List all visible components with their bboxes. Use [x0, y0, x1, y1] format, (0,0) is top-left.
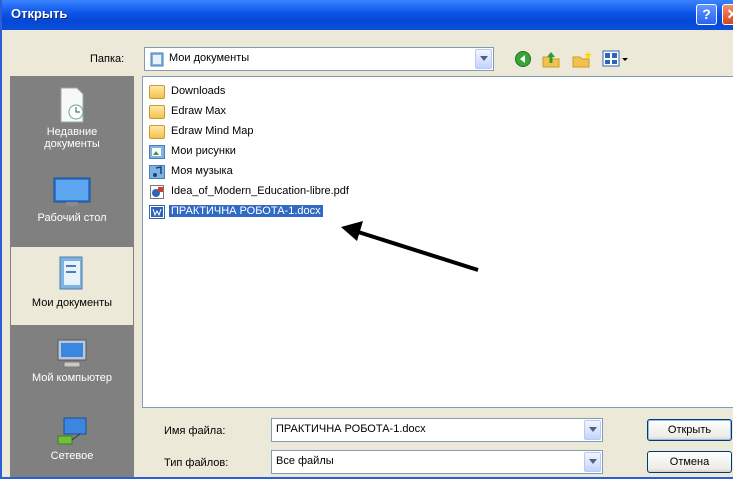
filename-value: ПРАКТИЧНА РОБОТА-1.docx: [276, 423, 426, 435]
recent-documents-icon: [60, 87, 84, 123]
filename-combobox[interactable]: ПРАКТИЧНА РОБОТА-1.docx: [271, 418, 603, 442]
word-document-icon: [149, 205, 165, 219]
place-network[interactable]: Сетевое: [10, 414, 134, 474]
place-label: Мои документы: [31, 297, 113, 309]
open-button[interactable]: Открыть: [647, 419, 732, 441]
close-button[interactable]: ✕: [722, 4, 733, 25]
annotation-arrow-icon: [341, 221, 479, 272]
file-list[interactable]: Downloads Edraw Max Edraw Mind Map Мои р…: [142, 76, 733, 408]
folder-icon: [149, 85, 165, 99]
music-folder-icon: [149, 165, 165, 179]
my-documents-icon: [150, 52, 164, 67]
close-icon: ✕: [727, 6, 733, 22]
place-desktop[interactable]: Рабочий стол: [10, 172, 134, 232]
filename-label: Имя файла:: [164, 425, 226, 437]
folder-icon: [149, 105, 165, 119]
place-label: Недавние документы: [44, 126, 100, 150]
place-label: Мой компьютер: [31, 372, 113, 384]
folder-value: Мои документы: [169, 52, 250, 64]
folder-icon: [149, 125, 165, 139]
places-bar: Недавние документы Рабочий стол Мои доку…: [10, 76, 134, 477]
up-folder-icon[interactable]: [541, 49, 561, 69]
filetype-label: Тип файлов:: [164, 457, 229, 469]
place-label: Сетевое: [50, 450, 94, 462]
folder-combobox[interactable]: Мои документы: [144, 47, 494, 71]
place-label: Рабочий стол: [37, 212, 107, 224]
folder-dropdown-arrow[interactable]: [475, 49, 492, 69]
place-my-computer[interactable]: Мой компьютер: [10, 334, 134, 404]
filename-dropdown-arrow[interactable]: [584, 420, 601, 440]
filetype-dropdown-arrow[interactable]: [584, 452, 601, 472]
back-icon[interactable]: [514, 50, 532, 68]
pictures-folder-icon: [149, 145, 165, 159]
filetype-value: Все файлы: [276, 455, 334, 467]
open-dialog: Открыть ? ✕ Папка: Мои документы: [0, 0, 733, 479]
my-documents-icon: [59, 256, 83, 290]
help-button[interactable]: ?: [696, 4, 717, 25]
folder-label: Папка:: [90, 53, 125, 65]
filetype-combobox[interactable]: Все файлы: [271, 450, 603, 474]
place-recent-documents[interactable]: Недавние документы: [10, 82, 134, 162]
title-bar[interactable]: Открыть ? ✕: [2, 0, 733, 30]
cancel-button[interactable]: Отмена: [647, 451, 732, 473]
network-icon: [57, 417, 87, 445]
my-computer-icon: [57, 339, 87, 368]
pdf-file-icon: [150, 185, 164, 199]
window-title: Открыть: [11, 6, 68, 21]
new-folder-icon[interactable]: [571, 49, 593, 69]
place-my-documents[interactable]: Мои документы: [10, 246, 134, 326]
desktop-icon: [53, 177, 91, 206]
view-menu-icon[interactable]: [602, 50, 630, 68]
